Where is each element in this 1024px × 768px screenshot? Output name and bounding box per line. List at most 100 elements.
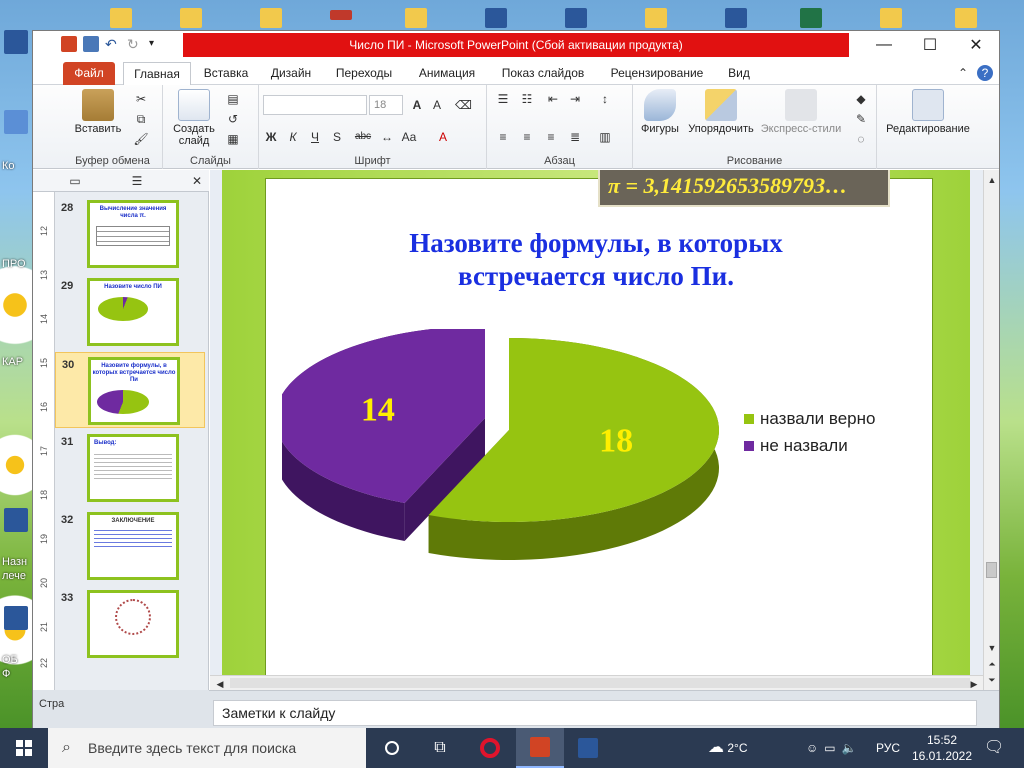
- word-doc-icon[interactable]: [565, 8, 587, 28]
- numbering-icon[interactable]: ☷: [519, 91, 535, 107]
- tab-file[interactable]: Файл: [63, 62, 115, 85]
- customize-qat-icon[interactable]: ▾: [149, 36, 165, 52]
- slide-thumbnail-row[interactable]: 31 Вывод:: [55, 430, 205, 506]
- slide-thumbnail[interactable]: ЗАКЛЮЧЕНИЕ: [87, 512, 179, 580]
- font-family-combo[interactable]: [263, 95, 367, 115]
- shrink-font-icon[interactable]: A: [429, 97, 445, 113]
- powerpoint-app-icon[interactable]: [61, 36, 77, 52]
- underline-button[interactable]: Ч: [307, 129, 323, 145]
- shadow-button[interactable]: S: [329, 129, 345, 145]
- cut-icon[interactable]: ✂: [133, 91, 149, 107]
- align-center-icon[interactable]: ≡: [519, 129, 535, 145]
- folder-icon[interactable]: [955, 8, 977, 28]
- prev-slide-icon[interactable]: ⏶: [984, 656, 1000, 672]
- slide-thumbnail-row[interactable]: 33: [55, 586, 205, 662]
- shape-effects-icon[interactable]: ◌: [853, 131, 869, 147]
- scroll-up-icon[interactable]: ▲: [984, 172, 1000, 188]
- file-icon[interactable]: [330, 10, 352, 20]
- justify-icon[interactable]: ≣: [567, 129, 583, 145]
- columns-icon[interactable]: ▥: [597, 129, 613, 145]
- align-right-icon[interactable]: ≡: [543, 129, 559, 145]
- close-button[interactable]: ✕: [953, 31, 999, 59]
- tab-insert[interactable]: Вставка: [197, 62, 255, 85]
- tab-review[interactable]: Рецензирование: [601, 62, 713, 85]
- folder-icon[interactable]: [260, 8, 282, 28]
- word-doc-icon[interactable]: [4, 30, 28, 54]
- shape-fill-icon[interactable]: ◆: [853, 91, 869, 107]
- font-size-combo[interactable]: 18: [369, 95, 403, 115]
- network-icon[interactable]: ▭: [824, 741, 841, 755]
- folder-icon[interactable]: [110, 8, 132, 28]
- quick-styles-button[interactable]: Экспресс-стили: [759, 89, 843, 135]
- collapse-ribbon-icon[interactable]: ⌃: [955, 65, 971, 81]
- scroll-down-icon[interactable]: ▼: [984, 640, 1000, 656]
- notification-icon[interactable]: 🗨: [984, 728, 1004, 768]
- tab-slideshow[interactable]: Показ слайдов: [495, 62, 591, 85]
- increase-indent-icon[interactable]: ⇥: [567, 91, 583, 107]
- close-panel-icon[interactable]: ✕: [189, 173, 205, 189]
- folder-icon[interactable]: [405, 8, 427, 28]
- line-spacing-icon[interactable]: ↕: [597, 91, 613, 107]
- tab-home[interactable]: Главная: [123, 62, 191, 85]
- editing-button[interactable]: Редактирование: [883, 89, 973, 135]
- strikethrough-button[interactable]: abc: [351, 129, 375, 145]
- people-icon[interactable]: ☺: [806, 741, 824, 755]
- vertical-scrollbar[interactable]: ▲ ▼ ⏶ ⏷: [983, 170, 999, 690]
- clock[interactable]: 15:52 16.01.2022: [910, 728, 974, 768]
- word-doc-icon[interactable]: [4, 606, 28, 630]
- scroll-track[interactable]: [230, 678, 970, 688]
- italic-button[interactable]: К: [285, 129, 301, 145]
- undo-icon[interactable]: ↶: [105, 36, 121, 52]
- volume-icon[interactable]: 🔈: [842, 741, 863, 755]
- pie-chart[interactable]: 1814: [282, 329, 742, 589]
- folder-icon[interactable]: [880, 8, 902, 28]
- slide-thumbnail-row-selected[interactable]: 30 Назовите формулы, в которых встречает…: [55, 352, 205, 428]
- next-slide-icon[interactable]: ⏷: [984, 672, 1000, 688]
- slide-thumbnail-row[interactable]: 29 Назовите число ПИ: [55, 274, 205, 350]
- scroll-thumb[interactable]: [986, 562, 997, 578]
- reset-icon[interactable]: ↺: [225, 111, 241, 127]
- slide-thumbnail-row[interactable]: 28 Вычисление значения числа π.: [55, 196, 205, 272]
- slide-thumbnail[interactable]: [87, 590, 179, 658]
- tray-icons[interactable]: ☺▭🔈: [806, 728, 863, 768]
- task-view-icon[interactable]: ⧉: [416, 728, 464, 768]
- shape-outline-icon[interactable]: ✎: [853, 111, 869, 127]
- folder-icon[interactable]: [645, 8, 667, 28]
- outline-tab-icon[interactable]: ☰: [129, 173, 145, 189]
- grow-font-icon[interactable]: A: [409, 97, 425, 113]
- slide-thumbnail[interactable]: Вывод:: [87, 434, 179, 502]
- spacing-icon[interactable]: ↔: [379, 129, 395, 145]
- slide-title[interactable]: Назовите формулы, в которых встречается …: [296, 227, 896, 293]
- word-doc-icon[interactable]: [725, 8, 747, 28]
- excel-doc-icon[interactable]: [800, 8, 822, 28]
- tab-transitions[interactable]: Переходы: [329, 62, 399, 85]
- save-icon[interactable]: [83, 36, 99, 52]
- slide-thumbnail-row[interactable]: 32 ЗАКЛЮЧЕНИЕ: [55, 508, 205, 584]
- arrange-button[interactable]: Упорядочить: [683, 89, 759, 135]
- font-color-icon[interactable]: A: [435, 129, 451, 145]
- taskbar-search[interactable]: ⌕ Введите здесь текст для поиска: [48, 728, 366, 768]
- opera-app[interactable]: [466, 728, 514, 768]
- language-indicator[interactable]: РУС: [876, 728, 900, 768]
- task-view-button[interactable]: [368, 728, 416, 768]
- change-case-icon[interactable]: Aa: [401, 129, 417, 145]
- new-slide-button[interactable]: Создать слайд: [169, 89, 219, 147]
- tab-animation[interactable]: Анимация: [411, 62, 483, 85]
- minimize-button[interactable]: —: [861, 31, 907, 59]
- notes-input[interactable]: Заметки к слайду: [213, 700, 977, 726]
- slide-thumbnail[interactable]: Вычисление значения числа π.: [87, 200, 179, 268]
- slide-thumbnail[interactable]: Назовите формулы, в которых встречается …: [88, 357, 180, 425]
- copy-icon[interactable]: ⧉: [133, 111, 149, 127]
- redo-icon[interactable]: ↻: [127, 36, 143, 52]
- layout-icon[interactable]: ▤: [225, 91, 241, 107]
- tab-design[interactable]: Дизайн: [263, 62, 319, 85]
- computer-icon[interactable]: [4, 110, 28, 134]
- maximize-button[interactable]: ☐: [907, 31, 953, 59]
- format-painter-icon[interactable]: 🖌: [133, 131, 149, 147]
- decrease-indent-icon[interactable]: ⇤: [545, 91, 561, 107]
- powerpoint-app[interactable]: [516, 728, 564, 768]
- help-icon[interactable]: ?: [977, 65, 993, 81]
- bold-button[interactable]: Ж: [263, 129, 279, 145]
- horizontal-scrollbar[interactable]: ◀ ▶: [210, 675, 983, 690]
- section-icon[interactable]: ▦: [225, 131, 241, 147]
